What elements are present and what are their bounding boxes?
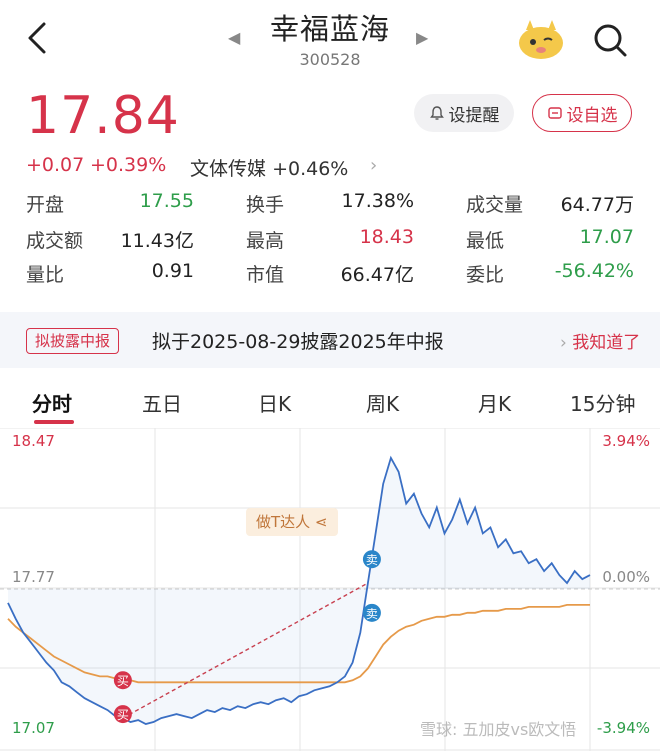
stat-value: 17.07 [579, 226, 634, 248]
stat-value: 64.77万 [560, 194, 634, 216]
price-change-pct: +0.39% [90, 154, 167, 176]
stat-value: -56.42% [554, 260, 634, 282]
y-axis-left-tick: 17.07 [12, 719, 55, 737]
trader-badge[interactable]: 做T达人 ⋖ [246, 508, 338, 536]
tab-intraday[interactable]: 分时 [32, 388, 72, 417]
sector-link[interactable]: 文体传媒 +0.46% [190, 154, 348, 181]
stat-label: 换手 [246, 194, 285, 216]
tab-monthly-k[interactable]: 月K [478, 388, 511, 417]
sector-change: +0.46% [272, 158, 349, 180]
tab-15min[interactable]: 15分钟 [570, 388, 635, 417]
y-axis-left-tick: 17.77 [12, 568, 55, 586]
add-watchlist-button[interactable]: 设自选 [532, 94, 632, 132]
dismiss-link[interactable]: › 我知道了 [560, 328, 640, 353]
stat-label: 市值 [246, 264, 285, 286]
stat-label: 开盘 [26, 194, 65, 216]
tab-weekly-k[interactable]: 周K [366, 388, 399, 417]
stat-value: 17.38% [341, 190, 414, 212]
sell-marker-label: 卖 [366, 607, 378, 621]
disclosure-tag: 拟披露中报 [26, 328, 120, 354]
set-alert-label: 设提醒 [448, 105, 500, 126]
stat-value: 66.47亿 [340, 264, 414, 286]
search-icon[interactable] [590, 20, 630, 60]
tab-daily-k[interactable]: 日K [258, 388, 291, 417]
stat-value: 18.43 [359, 226, 414, 248]
chevron-right-icon: › [370, 155, 378, 176]
bell-icon [429, 106, 444, 120]
y-axis-right-tick: 3.94% [602, 432, 650, 450]
disclosure-text: 拟于2025-08-29披露2025年中报 [152, 331, 444, 353]
set-alert-button[interactable]: 设提醒 [414, 94, 514, 132]
stat-label: 量比 [26, 264, 65, 286]
y-axis-right-tick: 0.00% [602, 568, 650, 586]
watermark: 雪球: 五加皮vs欧文悟 [420, 720, 577, 739]
intraday-chart[interactable]: 买买卖卖18.4717.7717.073.94%0.00%-3.94% [0, 428, 660, 751]
watchlist-icon [547, 107, 562, 119]
stat-label: 最高 [246, 230, 285, 252]
stat-value: 11.43亿 [120, 230, 194, 252]
add-watchlist-label: 设自选 [566, 105, 618, 126]
sector-name: 文体传媒 [190, 158, 267, 180]
stat-value: 0.91 [151, 260, 194, 282]
active-tab-indicator [34, 420, 74, 424]
price-area [8, 457, 590, 724]
sell-marker-label: 卖 [366, 553, 378, 567]
chevron-right-icon: › [560, 333, 573, 353]
buy-marker-label: 买 [117, 674, 129, 688]
stat-value: 17.55 [139, 190, 194, 212]
current-price: 17.84 [26, 86, 180, 146]
stat-label: 委比 [466, 264, 505, 286]
trader-badge-label: 做T达人 [256, 513, 311, 531]
y-axis-right-tick: -3.94% [597, 719, 650, 737]
price-change: +0.07 [26, 154, 85, 176]
mascot-icon[interactable] [516, 18, 566, 60]
stat-label: 最低 [466, 230, 505, 252]
next-stock-arrow[interactable]: ▶ [416, 28, 428, 47]
tab-5day[interactable]: 五日 [142, 388, 182, 417]
dismiss-label: 我知道了 [572, 333, 641, 353]
buy-marker-label: 买 [117, 708, 129, 722]
y-axis-left-tick: 18.47 [12, 432, 55, 450]
share-icon: ⋖ [314, 513, 328, 531]
